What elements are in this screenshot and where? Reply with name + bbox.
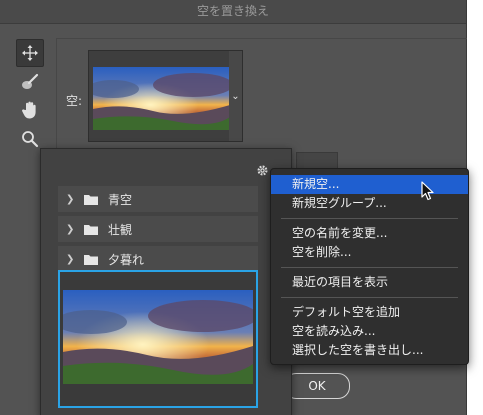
folder-icon bbox=[84, 254, 98, 265]
sky-dropdown-button[interactable]: ⌄ bbox=[229, 50, 243, 142]
sky-group-row[interactable]: ❯ 青空 bbox=[58, 186, 258, 212]
menu-separator bbox=[281, 267, 458, 268]
chevron-right-icon: ❯ bbox=[66, 193, 75, 205]
sky-group-label: 青空 bbox=[108, 192, 133, 207]
menu-item-append-default-skies[interactable]: デフォルト空を追加 bbox=[271, 303, 468, 322]
sky-group-list: ❯ 青空 ❯ 壮観 ❯ 夕暮れ bbox=[58, 186, 258, 276]
sky-brush-icon bbox=[22, 73, 39, 89]
sky-brush-tool-button[interactable] bbox=[16, 68, 44, 96]
sky-preset-image bbox=[63, 290, 253, 384]
gear-icon[interactable] bbox=[256, 164, 269, 180]
menu-item-new-sky[interactable]: 新規空... bbox=[271, 175, 468, 194]
menu-separator bbox=[281, 297, 458, 298]
sky-thumbnail-image bbox=[93, 67, 230, 130]
menu-item-rename-sky[interactable]: 空の名前を変更... bbox=[271, 224, 468, 243]
zoom-icon bbox=[22, 131, 39, 148]
menu-item-show-recent[interactable]: 最近の項目を表示 bbox=[271, 273, 468, 292]
menu-separator bbox=[281, 218, 458, 219]
folder-icon bbox=[84, 194, 98, 205]
ok-button[interactable]: OK bbox=[284, 373, 350, 399]
chevron-down-icon: ⌄ bbox=[231, 90, 240, 102]
mouse-pointer-icon bbox=[421, 181, 434, 201]
sky-label: 空: bbox=[66, 94, 83, 108]
folder-icon bbox=[84, 224, 98, 235]
sky-group-label: 壮観 bbox=[108, 222, 133, 237]
move-icon bbox=[22, 45, 38, 61]
menu-item-delete-sky[interactable]: 空を削除... bbox=[271, 243, 468, 262]
sky-group-row[interactable]: ❯ 夕暮れ bbox=[58, 246, 258, 272]
sky-preset-context-menu: 新規空... 新規空グループ... 空の名前を変更... 空を削除... 最近の… bbox=[270, 168, 469, 365]
chevron-right-icon: ❯ bbox=[66, 253, 75, 265]
stage: 空を置き換え 空: ⌄ OK ❯ 青空 ❯ 壮観 ❯ 夕暮れ 新規空... 新規… bbox=[0, 0, 483, 415]
menu-item-export-selected-skies[interactable]: 選択した空を書き出し... bbox=[271, 341, 468, 360]
sky-group-label: 夕暮れ bbox=[108, 252, 145, 267]
chevron-right-icon: ❯ bbox=[66, 223, 75, 235]
hand-tool-button[interactable] bbox=[16, 96, 44, 124]
menu-item-new-sky-group[interactable]: 新規空グループ... bbox=[271, 194, 468, 213]
selected-sky-preset[interactable] bbox=[58, 270, 258, 408]
dialog-title: 空を置き換え bbox=[0, 0, 466, 24]
hand-icon bbox=[22, 101, 36, 119]
sky-group-row[interactable]: ❯ 壮観 bbox=[58, 216, 258, 242]
menu-item-import-skies[interactable]: 空を読み込み... bbox=[271, 322, 468, 341]
move-tool-button[interactable] bbox=[16, 39, 44, 67]
